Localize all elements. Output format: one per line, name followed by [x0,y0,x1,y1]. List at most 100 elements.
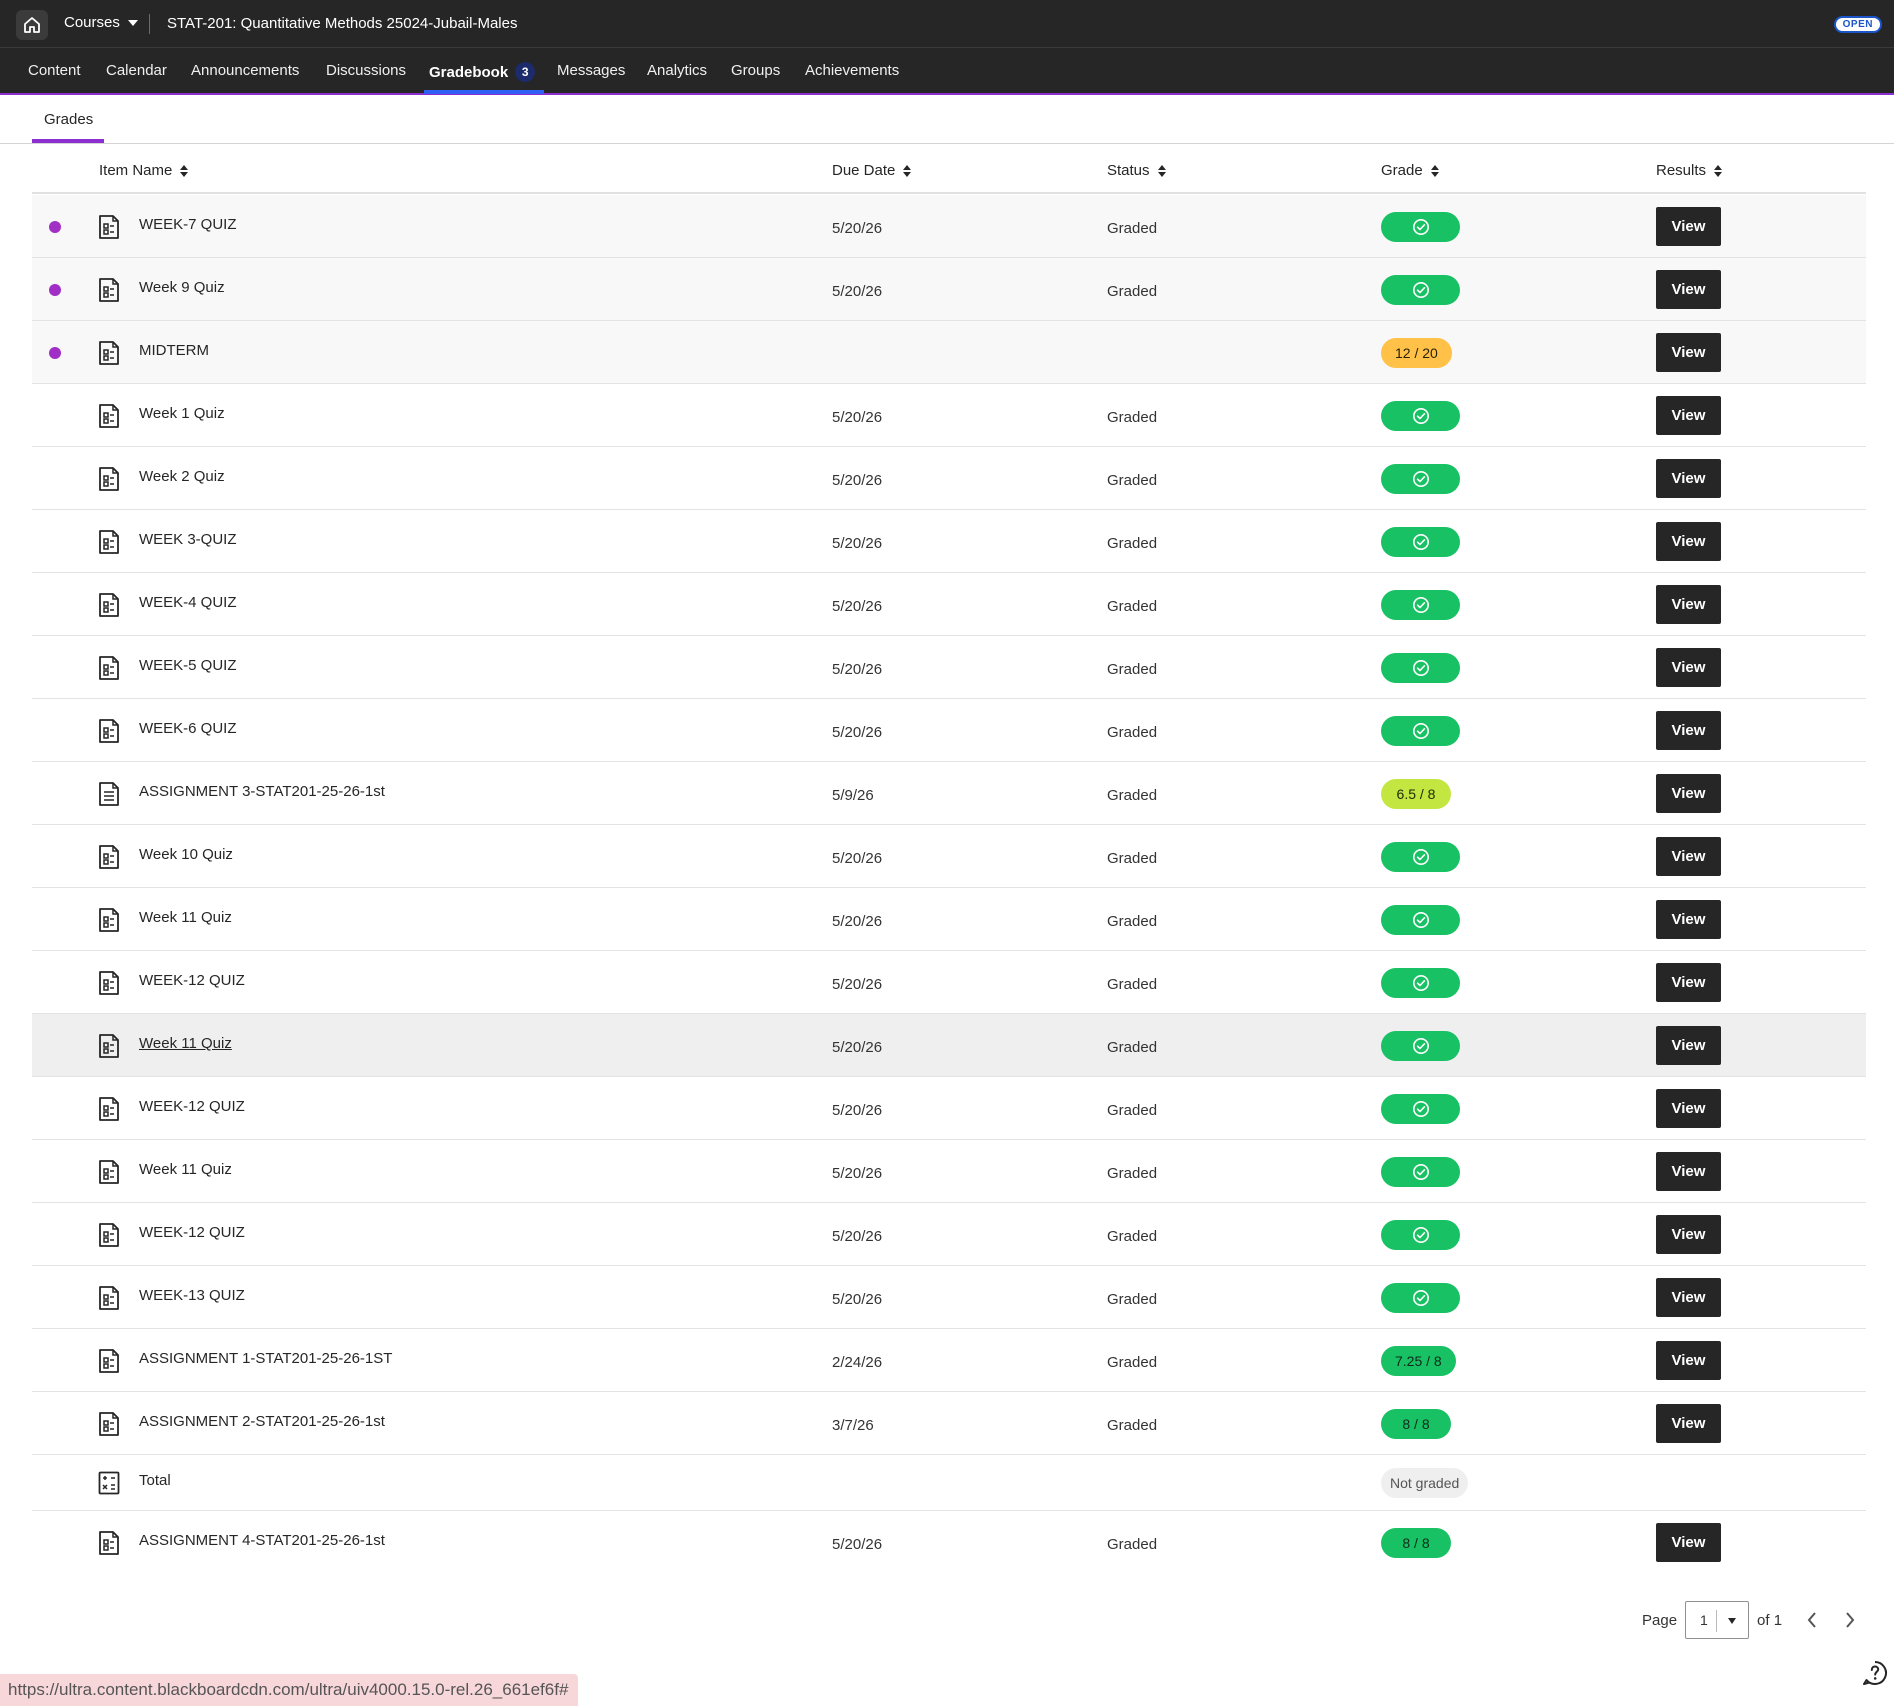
table-row[interactable]: WEEK-13 QUIZ 5/20/26 Graded View [32,1266,1866,1329]
item-name-link[interactable]: WEEK-12 QUIZ [139,1224,245,1241]
grade-complete-pill[interactable] [1381,968,1460,998]
table-row[interactable]: WEEK-6 QUIZ 5/20/26 Graded View [32,699,1866,762]
table-row[interactable]: Week 11 Quiz 5/20/26 Graded View [32,888,1866,951]
grade-complete-pill[interactable] [1381,464,1460,494]
item-name-link[interactable]: WEEK-4 QUIZ [139,594,237,611]
grade-complete-pill[interactable] [1381,1220,1460,1250]
grade-complete-pill[interactable] [1381,716,1460,746]
grade-complete-pill[interactable] [1381,275,1460,305]
table-row[interactable]: Week 1 Quiz 5/20/26 Graded View [32,384,1866,447]
column-header-status[interactable]: Status [1107,162,1166,179]
item-name-link[interactable]: MIDTERM [139,342,209,359]
table-row[interactable]: WEEK-5 QUIZ 5/20/26 Graded View [32,636,1866,699]
grade-complete-pill[interactable] [1381,401,1460,431]
item-name-link[interactable]: WEEK-5 QUIZ [139,657,237,674]
table-row[interactable]: WEEK-12 QUIZ 5/20/26 Graded View [32,1077,1866,1140]
item-name-link[interactable]: ASSIGNMENT 1-STAT201-25-26-1ST [139,1350,392,1367]
nav-messages[interactable]: Messages [557,62,625,79]
view-results-button[interactable]: View [1656,1215,1721,1254]
table-row[interactable]: WEEK-4 QUIZ 5/20/26 Graded View [32,573,1866,636]
grade-complete-pill[interactable] [1381,1094,1460,1124]
view-results-button[interactable]: View [1656,1089,1721,1128]
nav-achievements[interactable]: Achievements [805,62,899,79]
view-results-button[interactable]: View [1656,711,1721,750]
view-results-button[interactable]: View [1656,1152,1721,1191]
item-name-link[interactable]: WEEK-12 QUIZ [139,1098,245,1115]
view-results-button[interactable]: View [1656,522,1721,561]
view-results-button[interactable]: View [1656,459,1721,498]
view-results-button[interactable]: View [1656,1026,1721,1065]
table-row[interactable]: WEEK-12 QUIZ 5/20/26 Graded View [32,1203,1866,1266]
item-name-link[interactable]: ASSIGNMENT 3-STAT201-25-26-1st [139,783,385,800]
item-name-link[interactable]: WEEK-6 QUIZ [139,720,237,737]
table-row[interactable]: ASSIGNMENT 1-STAT201-25-26-1ST 2/24/26 Gra… [32,1329,1866,1392]
previous-page-button[interactable] [1802,1610,1822,1630]
item-name-link[interactable]: ASSIGNMENT 2-STAT201-25-26-1st [139,1413,385,1430]
table-row[interactable]: Total Not graded [32,1455,1866,1511]
item-name-link[interactable]: WEEK 3-QUIZ [139,531,237,548]
grade-pill[interactable]: 7.25 / 8 [1381,1346,1456,1376]
grade-complete-pill[interactable] [1381,1157,1460,1187]
grade-complete-pill[interactable] [1381,212,1460,242]
grade-complete-pill[interactable] [1381,842,1460,872]
view-results-button[interactable]: View [1656,1404,1721,1443]
grade-complete-pill[interactable] [1381,527,1460,557]
grade-pill[interactable]: 8 / 8 [1381,1528,1451,1558]
grade-complete-pill[interactable] [1381,1031,1460,1061]
column-header-grade[interactable]: Grade [1381,162,1439,179]
next-page-button[interactable] [1840,1610,1860,1630]
nav-analytics[interactable]: Analytics [647,62,707,79]
nav-discussions[interactable]: Discussions [326,62,406,79]
view-results-button[interactable]: View [1656,837,1721,876]
view-results-button[interactable]: View [1656,207,1721,246]
view-results-button[interactable]: View [1656,1278,1721,1317]
nav-gradebook[interactable]: Gradebook 3 [429,62,536,82]
view-results-button[interactable]: View [1656,963,1721,1002]
page-select[interactable]: 1 [1685,1601,1750,1639]
nav-calendar[interactable]: Calendar [106,62,167,79]
table-row[interactable]: ASSIGNMENT 4-STAT201-25-26-1st 5/20/26 Gra… [32,1511,1866,1574]
column-header-due-date[interactable]: Due Date [832,162,912,179]
grade-pill[interactable]: Not graded [1381,1468,1469,1498]
item-name-link[interactable]: Total [139,1472,171,1489]
view-results-button[interactable]: View [1656,270,1721,309]
column-header-results[interactable]: Results [1656,162,1723,179]
table-row[interactable]: Week 11 Quiz 5/20/26 Graded View [32,1140,1866,1203]
column-header-item-name[interactable]: Item Name [99,162,189,179]
item-name-link[interactable]: Week 11 Quiz [139,1161,232,1178]
home-button[interactable] [16,10,48,40]
item-name-link[interactable]: Week 1 Quiz [139,405,225,422]
grade-pill[interactable]: 12 / 20 [1381,338,1452,368]
grade-complete-pill[interactable] [1381,590,1460,620]
table-row[interactable]: MIDTERM 12 / 20 View [32,321,1866,384]
courses-menu[interactable]: Courses [64,14,138,31]
table-row[interactable]: Week 10 Quiz 5/20/26 Graded View [32,825,1866,888]
tab-grades[interactable]: Grades [44,111,93,128]
table-row[interactable]: Week 9 Quiz 5/20/26 Graded View [32,258,1866,321]
item-name-link[interactable]: Week 11 Quiz [139,1035,232,1052]
item-name-link[interactable]: Week 10 Quiz [139,846,233,863]
table-row[interactable]: Week 11 Quiz 5/20/26 Graded View [32,1014,1866,1077]
view-results-button[interactable]: View [1656,1341,1721,1380]
view-results-button[interactable]: View [1656,648,1721,687]
view-results-button[interactable]: View [1656,585,1721,624]
table-row[interactable]: ASSIGNMENT 3-STAT201-25-26-1st 5/9/26 Grad… [32,762,1866,825]
help-icon[interactable] [1862,1660,1888,1686]
view-results-button[interactable]: View [1656,1523,1721,1562]
view-results-button[interactable]: View [1656,396,1721,435]
grade-pill[interactable]: 6.5 / 8 [1381,779,1451,809]
nav-content[interactable]: Content [28,62,81,79]
grade-complete-pill[interactable] [1381,1283,1460,1313]
table-row[interactable]: WEEK-7 QUIZ 5/20/26 Graded View [32,195,1866,258]
nav-announcements[interactable]: Announcements [191,62,299,79]
grade-pill[interactable]: 8 / 8 [1381,1409,1451,1439]
view-results-button[interactable]: View [1656,333,1721,372]
item-name-link[interactable]: Week 9 Quiz [139,279,225,296]
table-row[interactable]: WEEK-12 QUIZ 5/20/26 Graded View [32,951,1866,1014]
table-row[interactable]: Week 2 Quiz 5/20/26 Graded View [32,447,1866,510]
grade-complete-pill[interactable] [1381,905,1460,935]
view-results-button[interactable]: View [1656,900,1721,939]
item-name-link[interactable]: Week 11 Quiz [139,909,232,926]
nav-groups[interactable]: Groups [731,62,780,79]
table-row[interactable]: WEEK 3-QUIZ 5/20/26 Graded View [32,510,1866,573]
